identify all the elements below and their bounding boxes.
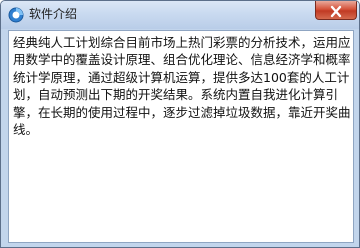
software-intro-window: 软件介绍 经典纯人工计划综合目前市场上热门彩票的分析技术，运用应用数学中的覆盖设… — [0, 0, 360, 248]
content-area: 经典纯人工计划综合目前市场上热门彩票的分析技术，运用应用数学中的覆盖设计原理、组… — [8, 30, 354, 243]
close-icon — [330, 3, 342, 18]
app-logo-icon — [8, 7, 24, 23]
window-title: 软件介绍 — [29, 7, 78, 21]
close-button[interactable] — [315, 1, 357, 20]
intro-text: 经典纯人工计划综合目前市场上热门彩票的分析技术，运用应用数学中的覆盖设计原理、组… — [13, 35, 351, 138]
title-bar[interactable]: 软件介绍 — [1, 1, 359, 29]
